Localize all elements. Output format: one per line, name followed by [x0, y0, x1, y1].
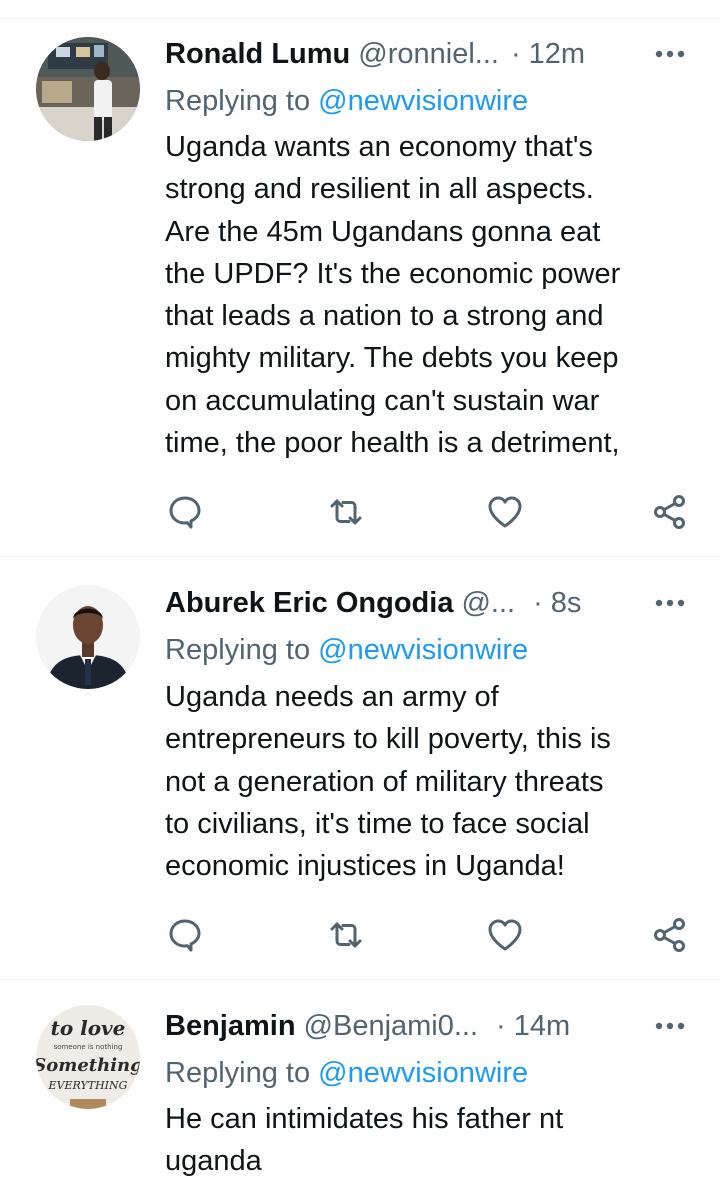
more-icon[interactable] [650, 34, 690, 74]
user-handle[interactable]: @Benjami0... [304, 1010, 479, 1043]
more-icon[interactable] [650, 583, 690, 623]
tweet-header: Benjamin @Benjami0... · 14m [165, 1006, 690, 1046]
timestamp[interactable]: · 8s [533, 587, 581, 620]
more-icon[interactable] [650, 1006, 690, 1046]
display-name[interactable]: Ronald Lumu [165, 38, 350, 71]
mention-link[interactable]: @newvisionwire [318, 634, 528, 666]
replying-to-label: Replying to [165, 85, 319, 117]
share-icon[interactable] [648, 490, 692, 534]
heart-icon[interactable] [483, 490, 527, 534]
avatar-word-1: to love [51, 1016, 126, 1040]
avatar-word-2: someone is nothing [54, 1043, 123, 1051]
action-bar [163, 490, 693, 534]
avatar[interactable] [36, 585, 140, 689]
heart-icon[interactable] [483, 913, 527, 957]
avatar[interactable] [36, 37, 140, 141]
tweet-header: Ronald Lumu @ronniel... · 12m [165, 34, 690, 74]
replying-to-label: Replying to [165, 634, 319, 666]
avatar-photo: to love someone is nothing Something EVE… [36, 1005, 140, 1109]
tweet-header: Aburek Eric Ongodia @... · 8s [165, 583, 690, 623]
display-name[interactable]: Benjamin [165, 1010, 296, 1043]
tweet-reply[interactable]: Ronald Lumu @ronniel... · 12m Replying t… [0, 19, 720, 557]
retweet-icon[interactable] [324, 490, 368, 534]
reply-icon[interactable] [163, 490, 207, 534]
avatar-photo [36, 585, 140, 689]
replying-to: Replying to @newvisionwire [165, 1053, 528, 1093]
timestamp[interactable]: · 12m [511, 38, 585, 71]
display-name[interactable]: Aburek Eric Ongodia [165, 587, 453, 620]
replying-to: Replying to @newvisionwire [165, 81, 528, 121]
reply-icon[interactable] [163, 913, 207, 957]
avatar[interactable]: to love someone is nothing Something EVE… [36, 1005, 140, 1109]
avatar-photo [36, 37, 140, 141]
tweet-text: Uganda needs an army of entrepreneurs to… [165, 681, 611, 883]
avatar-word-4: EVERYTHING [48, 1079, 128, 1092]
replying-to-label: Replying to [165, 1057, 319, 1089]
share-icon[interactable] [648, 913, 692, 957]
user-handle[interactable]: @ronniel... [358, 38, 499, 71]
mention-link[interactable]: @newvisionwire [318, 85, 528, 117]
timestamp[interactable]: · 14m [496, 1010, 570, 1043]
tweet-text: He can intimidates his father nt uganda [165, 1103, 564, 1178]
avatar-word-3: Something [36, 1055, 140, 1076]
tweet-reply[interactable]: to love someone is nothing Something EVE… [0, 980, 720, 1194]
tweet-text: Uganda wants an economy that's strong an… [165, 131, 621, 460]
replying-to: Replying to @newvisionwire [165, 630, 528, 670]
mention-link[interactable]: @newvisionwire [318, 1057, 528, 1089]
action-bar [163, 913, 693, 957]
user-handle[interactable]: @... [461, 587, 515, 620]
retweet-icon[interactable] [324, 913, 368, 957]
tweet-reply[interactable]: Aburek Eric Ongodia @... · 8s Replying t… [0, 557, 720, 980]
